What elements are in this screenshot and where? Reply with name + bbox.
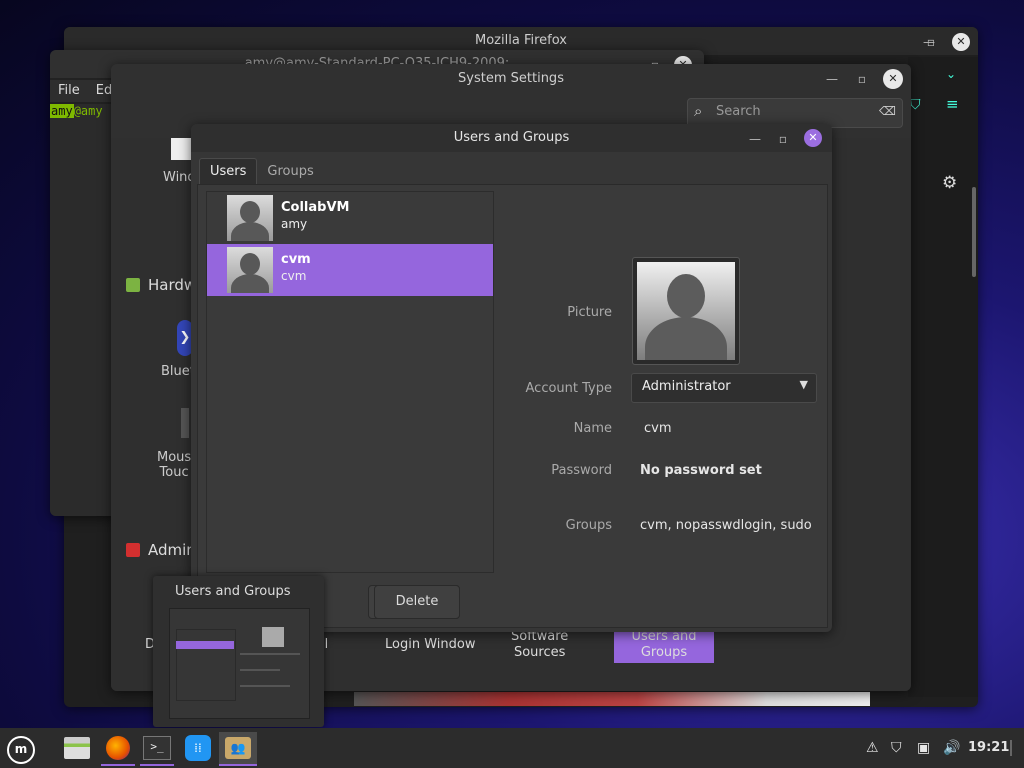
user-login: amy: [281, 217, 308, 231]
item-users-and-groups[interactable]: Users and Groups: [614, 629, 714, 663]
network-icon[interactable]: ▣: [917, 740, 930, 756]
thumbnail-title: Users and Groups: [175, 584, 291, 599]
volume-icon[interactable]: 🔊: [943, 740, 960, 756]
section-hardware: Hardw: [126, 276, 196, 294]
item-software-sources[interactable]: Software Sources: [511, 629, 568, 661]
close-icon[interactable]: ✕: [952, 33, 970, 51]
maximize-icon[interactable]: ▫: [853, 70, 871, 88]
software-manager-icon[interactable]: ⁞⁞: [181, 732, 215, 764]
name-value[interactable]: cvm: [644, 421, 672, 436]
users-panel: CollabVM amy cvm cvm Picture Account Typ…: [197, 184, 828, 628]
users-and-groups-taskbar-icon[interactable]: 👥: [219, 732, 257, 766]
label-picture: Picture: [567, 305, 612, 320]
menu-file[interactable]: File: [50, 80, 88, 102]
users-and-groups-window[interactable]: Users and Groups — ▫ ✕ Users Groups Colla…: [191, 124, 832, 632]
menu-icon[interactable]: ≡: [946, 95, 959, 113]
groups-value[interactable]: cvm, nopasswdlogin, sudo: [640, 518, 812, 533]
account-type-select[interactable]: Administrator ▼: [631, 373, 817, 403]
scrollbar[interactable]: [972, 187, 976, 277]
thumbnail-preview: [169, 608, 310, 719]
ug-title: Users and Groups: [191, 124, 832, 152]
terminal-icon[interactable]: >_: [140, 732, 174, 766]
item-login-window[interactable]: Login Window: [385, 637, 475, 652]
window-thumbnail[interactable]: Users and Groups: [153, 576, 324, 727]
files-icon[interactable]: [60, 732, 94, 764]
prompt-host: @amy: [73, 104, 103, 118]
label-password: Password: [551, 463, 612, 478]
settings-title: System Settings: [111, 64, 911, 94]
tab-groups[interactable]: Groups: [257, 159, 323, 185]
list-item-user[interactable]: CollabVM amy: [207, 192, 493, 244]
page-image-strip: [354, 692, 870, 706]
chevron-down-icon[interactable]: ⌄: [946, 67, 956, 81]
avatar: [227, 247, 273, 293]
shield-icon[interactable]: ⛉: [891, 740, 902, 756]
item-bluetooth[interactable]: Bluet: [161, 364, 195, 379]
clock[interactable]: 19:21: [968, 740, 1009, 755]
show-desktop[interactable]: [1010, 740, 1012, 756]
shield-icon[interactable]: ⛉: [910, 97, 921, 113]
label-groups: Groups: [565, 518, 612, 533]
close-icon[interactable]: ✕: [804, 129, 822, 147]
gear-icon[interactable]: ⚙: [942, 173, 957, 193]
maximize-icon[interactable]: ▫: [922, 33, 940, 51]
search-icon: ⌕: [694, 102, 703, 120]
label-account-type: Account Type: [525, 381, 612, 396]
delete-button[interactable]: Delete: [374, 585, 460, 619]
maximize-icon[interactable]: ▫: [774, 130, 792, 148]
user-list[interactable]: CollabVM amy cvm cvm: [206, 191, 494, 573]
user-login: cvm: [281, 269, 307, 283]
label-name: Name: [573, 421, 612, 436]
tab-bar: Users Groups: [199, 158, 324, 185]
mouse-icon: [181, 408, 189, 438]
user-name: CollabVM: [281, 200, 350, 215]
notification-icon[interactable]: ⚠: [866, 740, 879, 756]
user-picture: [637, 262, 735, 360]
tab-users[interactable]: Users: [199, 158, 258, 185]
list-item-user-selected[interactable]: cvm cvm: [207, 244, 493, 296]
minimize-icon[interactable]: —: [746, 130, 764, 148]
item-mouse[interactable]: Mous Touc: [157, 450, 191, 480]
picture-button[interactable]: [632, 257, 740, 365]
firefox-icon[interactable]: [101, 732, 135, 766]
user-name: cvm: [281, 252, 311, 267]
admin-icon: [126, 543, 140, 557]
window-icon: [171, 138, 191, 160]
chevron-down-icon: ▼: [799, 378, 808, 391]
avatar: [227, 195, 273, 241]
section-administration: Admin: [126, 541, 196, 559]
hardware-icon: [126, 278, 140, 292]
taskbar: m >_ ⁞⁞ 👥 ⚠ ⛉ ▣ 🔊 19:21: [0, 728, 1024, 768]
prompt-user: amy: [50, 104, 74, 118]
close-icon[interactable]: ✕: [883, 69, 903, 89]
menu-icon[interactable]: m: [4, 732, 38, 764]
account-type-value: Administrator: [642, 379, 731, 394]
search-placeholder: Search: [716, 104, 761, 119]
firefox-toolbar-area: ⛉ ≡ ⌄ ⚙: [908, 57, 978, 697]
clear-icon[interactable]: ⌫: [879, 104, 896, 118]
password-value[interactable]: No password set: [640, 463, 762, 478]
minimize-icon[interactable]: —: [823, 70, 841, 88]
